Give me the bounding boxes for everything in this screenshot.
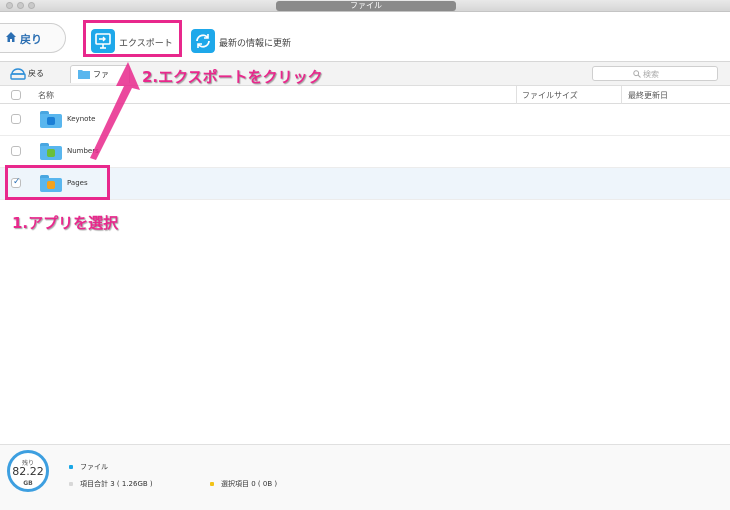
selected-legend-marker (210, 482, 214, 486)
annotation-arrow (90, 62, 140, 160)
step2-annotation: 2.エクスポートをクリック (142, 68, 323, 86)
file-legend-label: ファイル (80, 463, 108, 471)
selected-items-label: 選択項目 0 ( 0B ) (221, 480, 278, 488)
storage-gauge: 残り 82.22 GB (7, 450, 49, 492)
total-items-label: 項目合計 3 ( 1.26GB ) (80, 480, 153, 488)
total-legend-marker (69, 482, 73, 486)
status-footer: 残り 82.22 GB ファイル 項目合計 3 ( 1.26GB ) 選択項目 … (0, 444, 730, 510)
gauge-unit: GB (23, 480, 33, 487)
step1-annotation: 1.アプリを選択 (12, 214, 119, 232)
file-legend-marker (69, 465, 73, 469)
gauge-value: 82.22 (12, 465, 44, 478)
